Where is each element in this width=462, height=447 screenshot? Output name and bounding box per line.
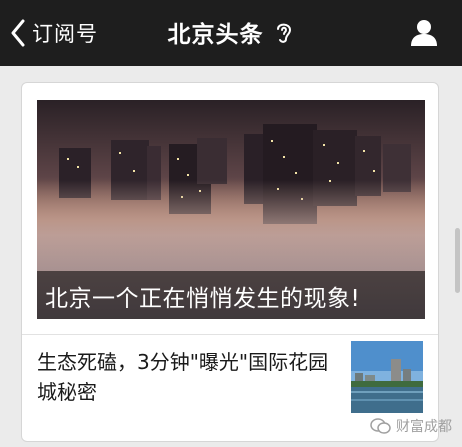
article-thumbnail [351, 341, 423, 413]
cover-caption-bar: 北京一个正在悄悄发生的现象! [37, 271, 425, 319]
watermark-right: 财富成都 [370, 416, 452, 436]
thumbnail-image [351, 341, 423, 413]
news-card: 北京一个正在悄悄发生的现象! 生态死磕，3分钟"曝光"国际花园城秘密 [21, 82, 439, 442]
profile-button[interactable] [410, 18, 438, 50]
cover-article[interactable]: 北京一个正在悄悄发生的现象! [37, 100, 425, 319]
cover-article-title: 北京一个正在悄悄发生的现象! [45, 286, 361, 312]
page-title: 北京头条 [167, 22, 264, 48]
scrollbar[interactable] [455, 228, 460, 293]
title-area: 北京头条 [0, 15, 462, 49]
person-icon [411, 20, 437, 46]
wechat-icon [370, 418, 391, 434]
article-title: 生态死磕，3分钟"曝光"国际花园城秘密 [37, 350, 329, 404]
ear-mode-icon[interactable] [273, 19, 295, 45]
watermark-text: 财富成都 [396, 419, 452, 435]
navbar: 订阅号 北京头条 [0, 0, 462, 66]
